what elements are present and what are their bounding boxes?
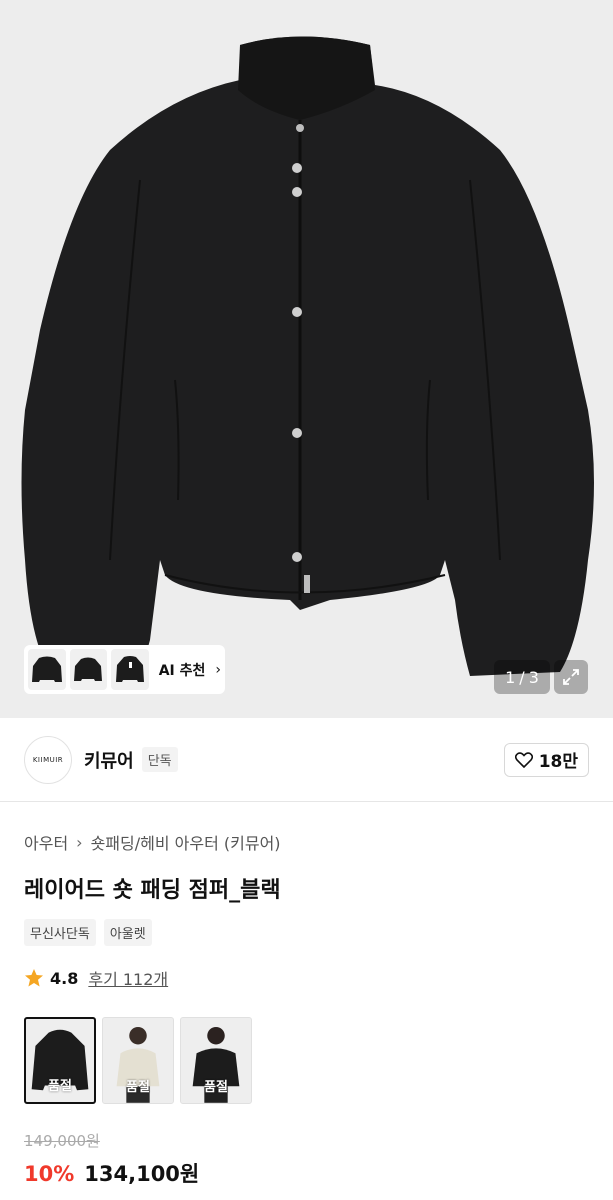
soldout-label: 품절 [204,1080,228,1095]
exclusive-badge: 단독 [141,747,178,772]
jacket-thumb-icon [115,655,144,682]
color-options: 품절 품절 품절 [24,1017,252,1104]
brand-row: KIIMUIR 키뮤어 단독 18만 [0,718,613,802]
breadcrumb: 아우터 › 숏패딩/헤비 아우터 (키뮤어) [24,830,281,854]
jacket-thumb-icon [31,656,62,682]
page-current: 1 [505,667,516,687]
star-icon [25,969,43,987]
color-option-black[interactable]: 품절 [24,1017,96,1104]
brand-logo[interactable]: KIIMUIR [24,735,72,784]
color-option-cream[interactable]: 품절 [102,1017,174,1104]
image-page-indicator: 1 / 3 [494,660,550,694]
review-count-link[interactable]: 후기 112개 [88,966,168,990]
color-option-black-model[interactable]: 품절 [180,1017,252,1104]
ai-recommend-strip[interactable]: AI 추천 › [24,645,225,694]
soldout-label: 품절 [126,1080,150,1095]
discount-rate: 10% [24,1162,75,1186]
product-image-gallery[interactable]: AI 추천 › 1 / 3 [0,0,613,718]
ai-thumb-1[interactable] [28,649,66,690]
chevron-right-icon: › [76,832,83,852]
like-count: 18만 [538,752,578,772]
expand-icon [563,669,579,685]
soldout-label: 품절 [48,1079,72,1094]
page-separator: / [519,667,525,687]
tag-outlet: 아울렛 [103,919,152,946]
ai-thumb-3[interactable] [111,649,149,690]
expand-button[interactable] [554,660,588,694]
page-total: 3 [528,667,539,687]
breadcrumb-item-outer[interactable]: 아우터 [24,830,68,854]
breadcrumb-item-category[interactable]: 숏패딩/헤비 아우터 (키뮤어) [91,830,281,854]
ai-thumb-2[interactable] [69,649,108,690]
product-title: 레이어드 숏 패딩 점퍼_블랙 [24,878,281,903]
chevron-right-icon: › [215,661,221,678]
brand-name[interactable]: 키뮤어 [84,747,134,773]
jacket-thumb-icon [74,657,103,681]
like-button[interactable]: 18만 [503,742,589,777]
price-row: 10% 134,100원 [24,1158,199,1188]
heart-icon [514,751,533,768]
rating-score: 4.8 [50,968,79,988]
jacket-product-image [21,36,594,676]
original-price: 149,000원 [24,1132,100,1150]
rating-row[interactable]: 4.8 후기 112개 [24,966,168,990]
tag-exclusive: 무신사단독 [24,919,96,946]
product-tags: 무신사단독 아울렛 [24,919,152,946]
ai-recommend-label: AI 추천 [158,662,206,679]
sale-price: 134,100원 [84,1162,200,1186]
